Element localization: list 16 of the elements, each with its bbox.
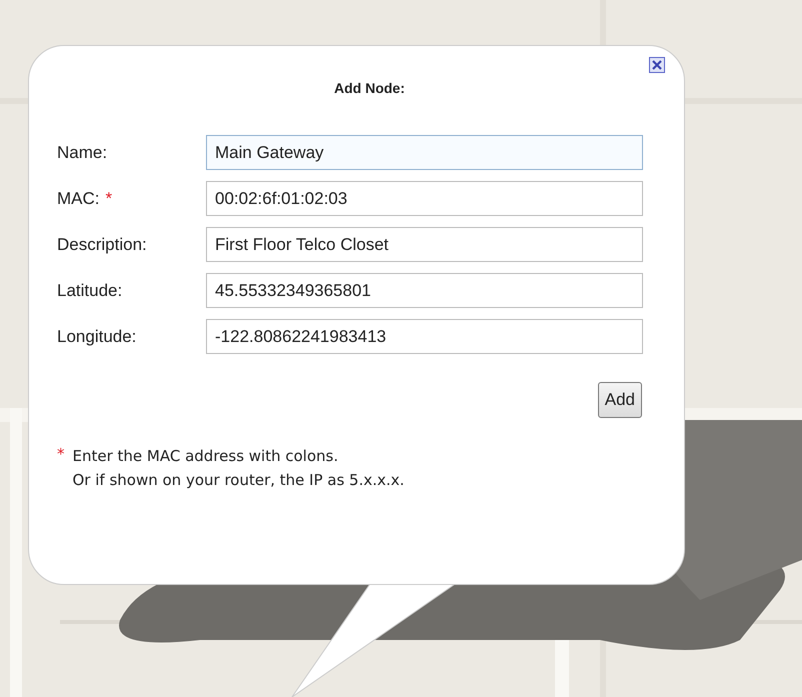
field-label: Longitude: (57, 326, 136, 346)
input-field[interactable]: 45.55332349365801 (206, 273, 643, 308)
dialog-title: Add Node: (333, 80, 406, 96)
input-field[interactable]: Main Gateway (206, 135, 643, 170)
input-field[interactable]: -122.80862241983413 (206, 319, 643, 354)
close-icon[interactable] (649, 57, 665, 73)
field-label: Latitude: (57, 280, 122, 300)
field-label: MAC: (57, 188, 100, 208)
required-marker: * (57, 444, 64, 465)
field-label: Description: (57, 234, 147, 254)
field-label: Name: (57, 142, 108, 162)
input-field[interactable]: 00:02:6f:01:02:03 (206, 181, 643, 216)
input-field[interactable]: First Floor Telco Closet (206, 227, 643, 262)
help-text: Enter the MAC address with colons. Or if shown on your router, the IP as 5.x.x.x. (72, 446, 404, 491)
required-marker: * (106, 188, 112, 208)
add-button[interactable]: Add (598, 382, 642, 418)
